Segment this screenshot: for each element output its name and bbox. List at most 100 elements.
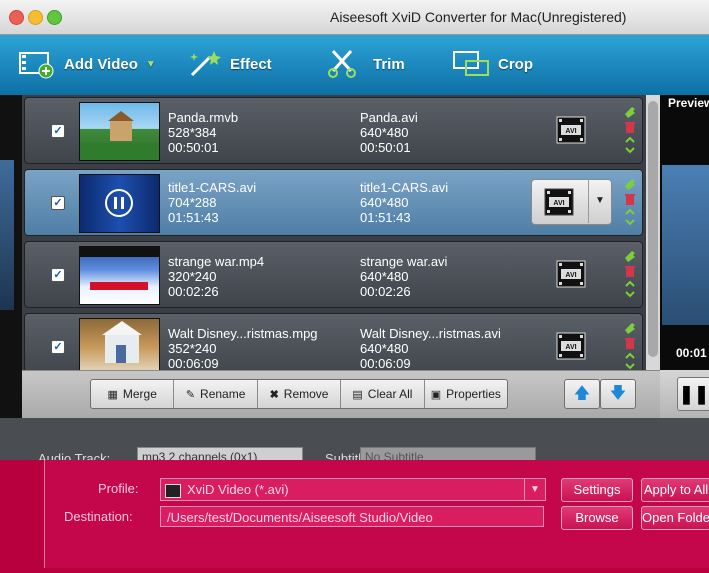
crop-label: Crop xyxy=(498,55,533,73)
source-info: strange war.mp4 320*240 00:02:26 xyxy=(168,254,264,299)
video-thumbnail xyxy=(79,246,160,305)
format-icon[interactable]: AVI xyxy=(556,332,586,360)
minimize-window-button[interactable] xyxy=(28,10,43,25)
open-folder-button[interactable]: Open Folder xyxy=(641,506,709,530)
source-duration: 00:50:01 xyxy=(168,140,219,155)
source-resolution: 320*240 xyxy=(168,269,217,284)
profile-value: XviD Video (*.avi) xyxy=(187,482,289,497)
output-duration: 01:51:43 xyxy=(360,210,411,225)
scrollbar-thumb[interactable] xyxy=(648,101,658,357)
remove-label: Remove xyxy=(283,387,329,401)
output-resolution: 640*480 xyxy=(360,195,409,210)
remove-button[interactable]: ✖ Remove xyxy=(258,380,342,408)
film-add-icon xyxy=(19,52,54,79)
format-icon[interactable]: AVI xyxy=(556,116,586,144)
trash-icon xyxy=(625,122,635,133)
output-duration: 00:02:26 xyxy=(360,284,411,299)
output-resolution: 640*480 xyxy=(360,269,409,284)
source-resolution: 352*240 xyxy=(168,341,217,356)
title-bar: Aiseesoft XviD Converter for Mac(Unregis… xyxy=(0,0,709,35)
merge-button[interactable]: ▦ Merge xyxy=(91,380,175,408)
clear-all-label: Clear All xyxy=(367,387,413,401)
audio-subtitle-row: Audio Track: mp3 2 channels (0x1) Subtit… xyxy=(0,418,709,467)
arrow-down-icon: 🡇 xyxy=(609,385,627,402)
file-row-selected[interactable]: ✓ title1-CARS.avi 704*288 01:51:43 title… xyxy=(24,169,643,236)
add-video-button[interactable]: Add Video ▼ xyxy=(18,47,156,81)
apply-to-all-button[interactable]: Apply to All xyxy=(641,478,709,502)
source-duration: 01:51:43 xyxy=(168,210,219,225)
video-thumbnail xyxy=(79,102,160,161)
output-duration: 00:50:01 xyxy=(360,140,411,155)
magic-wand-icon xyxy=(190,51,221,77)
settings-button[interactable]: Settings xyxy=(561,478,633,502)
chevron-down-icon[interactable]: ▼ xyxy=(588,179,611,223)
chevron-up-icon xyxy=(625,352,635,359)
file-checkbox[interactable]: ✓ xyxy=(51,124,65,138)
file-row[interactable]: ✓ Panda.rmvb 528*384 00:50:01 Panda.avi … xyxy=(24,97,643,164)
row-actions xyxy=(623,248,637,304)
chevron-up-icon xyxy=(625,136,635,143)
effect-button[interactable]: Effect xyxy=(184,47,272,81)
move-down-button[interactable]: 🡇 xyxy=(600,379,636,409)
video-format-icon xyxy=(165,483,181,498)
file-row[interactable]: ✓ strange war.mp4 320*240 00:02:26 stran… xyxy=(24,241,643,308)
chevron-down-icon xyxy=(625,219,635,226)
file-list[interactable]: ✓ Panda.rmvb 528*384 00:50:01 Panda.avi … xyxy=(22,95,646,380)
profile-label: Profile: xyxy=(98,481,139,496)
pause-icon: ❚❚ xyxy=(678,384,709,404)
output-filename: Walt Disney...ristmas.avi xyxy=(360,326,501,341)
chevron-down-icon[interactable]: ▼ xyxy=(524,479,545,500)
file-checkbox[interactable]: ✓ xyxy=(51,196,65,210)
source-info: Walt Disney...ristmas.mpg 352*240 00:06:… xyxy=(168,326,318,371)
output-info: Walt Disney...ristmas.avi 640*480 00:06:… xyxy=(360,326,501,371)
destination-label: Destination: xyxy=(64,509,133,524)
properties-label: Properties xyxy=(446,387,501,401)
window-title: Aiseesoft XviD Converter for Mac(Unregis… xyxy=(330,9,627,25)
properties-button[interactable]: ▣ Properties xyxy=(425,380,507,408)
trim-button[interactable]: Trim xyxy=(327,47,405,81)
source-duration: 00:06:09 xyxy=(168,356,219,371)
wrench-icon xyxy=(625,251,635,262)
output-info: title1-CARS.avi 640*480 01:51:43 xyxy=(360,180,448,225)
pencil-icon: ✎ xyxy=(185,388,196,401)
browse-button[interactable]: Browse xyxy=(561,506,633,530)
destination-input[interactable]: /Users/test/Documents/Aiseesoft Studio/V… xyxy=(160,506,544,527)
output-filename: Panda.avi xyxy=(360,110,418,125)
crop-icon xyxy=(453,51,489,76)
format-badge: AVI xyxy=(553,200,564,207)
file-checkbox[interactable]: ✓ xyxy=(51,340,65,354)
row-actions xyxy=(623,320,637,376)
output-panel: Profile: XviD Video (*.avi) ▼ Settings A… xyxy=(0,460,709,573)
source-filename: title1-CARS.avi xyxy=(168,180,257,195)
trash-icon xyxy=(625,338,635,349)
move-up-button[interactable]: 🡅 xyxy=(564,379,600,409)
chevron-down-icon xyxy=(625,147,635,154)
document-icon: ▣ xyxy=(430,388,442,401)
list-button-bar: ▦ Merge ✎ Rename ✖ Remove ▤ Clear All ▣ Prope… xyxy=(22,370,660,419)
x-icon: ✖ xyxy=(269,388,279,401)
trash-icon xyxy=(625,194,635,205)
format-icon: AVI xyxy=(544,188,574,216)
list-scrollbar[interactable] xyxy=(646,95,660,370)
crop-button[interactable]: Crop xyxy=(452,47,533,81)
rename-button[interactable]: ✎ Rename xyxy=(174,380,258,408)
profile-select[interactable]: XviD Video (*.avi) ▼ xyxy=(160,478,546,501)
zoom-window-button[interactable] xyxy=(47,10,62,25)
trash-icon xyxy=(625,266,635,277)
output-info: Panda.avi 640*480 00:50:01 xyxy=(360,110,418,155)
close-window-button[interactable] xyxy=(9,10,24,25)
output-info: strange war.avi 640*480 00:02:26 xyxy=(360,254,447,299)
pause-button[interactable]: ❚❚ xyxy=(677,377,709,411)
source-filename: Panda.rmvb xyxy=(168,110,239,125)
chevron-down-icon xyxy=(625,291,635,298)
source-info: title1-CARS.avi 704*288 01:51:43 xyxy=(168,180,256,225)
chevron-down-icon[interactable]: ▼ xyxy=(146,59,156,70)
row-actions xyxy=(623,176,637,232)
format-icon[interactable]: AVI xyxy=(556,260,586,288)
main-toolbar: Add Video ▼ Effect Trim Crop xyxy=(0,35,709,95)
source-info: Panda.rmvb 528*384 00:50:01 xyxy=(168,110,238,155)
wrench-icon xyxy=(625,323,635,334)
clear-all-button[interactable]: ▤ Clear All xyxy=(341,380,425,408)
merge-icon: ▦ xyxy=(107,388,118,401)
file-checkbox[interactable]: ✓ xyxy=(51,268,65,282)
